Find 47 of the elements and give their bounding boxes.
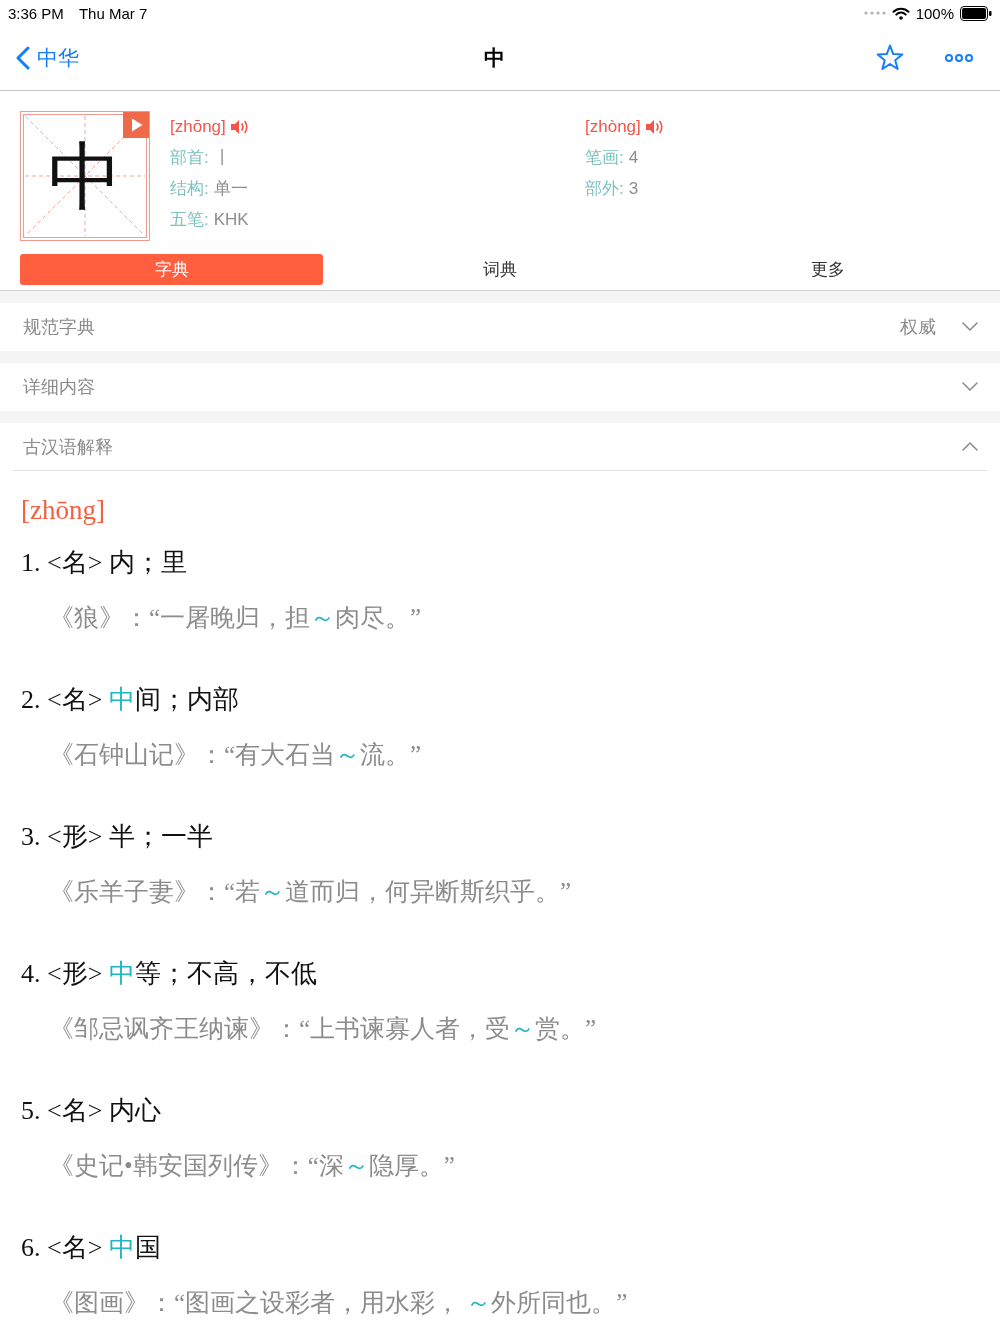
- tab[interactable]: 词典: [348, 254, 651, 285]
- example-quote: 《石钟山记》：“有大石当～流。”: [49, 740, 422, 770]
- example-quote: 《狼》：“一屠晚归，担～肉尽。”: [49, 603, 422, 633]
- more-icon[interactable]: [945, 54, 973, 62]
- back-button[interactable]: 中华: [16, 44, 79, 72]
- play-icon[interactable]: [123, 112, 149, 138]
- field-label: 结构:: [170, 178, 209, 200]
- definition-text: 1. <名> 内；里: [21, 547, 187, 579]
- definition-text: 4. <形> 中等；不高，不低: [21, 958, 317, 990]
- field-value: 4: [628, 147, 639, 168]
- battery-icon: [960, 5, 992, 21]
- field-value: KHK: [213, 209, 249, 230]
- definition-text: 5. <名> 内心: [21, 1095, 161, 1127]
- chevron-down-icon[interactable]: [962, 382, 978, 391]
- tab[interactable]: 更多: [676, 254, 979, 285]
- definition-text: 6. <名> 中国: [21, 1232, 161, 1264]
- field-label: 部首:: [170, 147, 209, 169]
- star-icon[interactable]: [876, 44, 904, 72]
- pinyin-reading: [zhōng]: [170, 116, 226, 137]
- field-value: 3: [628, 178, 639, 199]
- field-label: 笔画:: [585, 147, 624, 169]
- status-date: Thu Mar 7: [78, 4, 148, 22]
- example-quote: 《乐羊子妻》：“若～道而归，何异断斯织乎。”: [49, 877, 572, 907]
- chevron-left-icon: [16, 46, 30, 70]
- section-title: 古汉语解释: [23, 435, 113, 459]
- pinyin-reading: [zhòng]: [585, 116, 641, 137]
- definition-text: 2. <名> 中间；内部: [21, 684, 239, 716]
- pinyin-heading: [zhōng]: [21, 494, 105, 527]
- field-value: 丨: [213, 147, 231, 169]
- section-tag: 权威: [900, 314, 936, 339]
- nav-title: 中: [484, 45, 505, 71]
- status-time: 3:36 PM: [8, 4, 64, 22]
- example-quote: 《史记•韩安国列传》：“深～隐厚。”: [49, 1151, 455, 1181]
- chevron-up-icon[interactable]: [962, 442, 978, 451]
- character-glyph: 中: [48, 139, 122, 213]
- section-title: 规范字典: [23, 315, 95, 339]
- battery-percent: 100%: [915, 4, 954, 22]
- definition-text: 3. <形> 半；一半: [21, 821, 213, 853]
- signal-icon: [863, 11, 886, 15]
- example-quote: 《图画》：“图画之设彩者，用水彩， ～外所同也。”: [49, 1288, 628, 1318]
- field-label: 部外:: [585, 178, 624, 200]
- example-quote: 《邹忌讽齐王纳谏》：“上书谏寡人者，受～赏。”: [49, 1014, 597, 1044]
- field-label: 五笔:: [170, 209, 209, 231]
- field-value: 单一: [213, 178, 248, 200]
- chevron-down-icon[interactable]: [962, 322, 978, 331]
- section-title: 详细内容: [23, 375, 95, 399]
- wifi-icon: [891, 6, 910, 20]
